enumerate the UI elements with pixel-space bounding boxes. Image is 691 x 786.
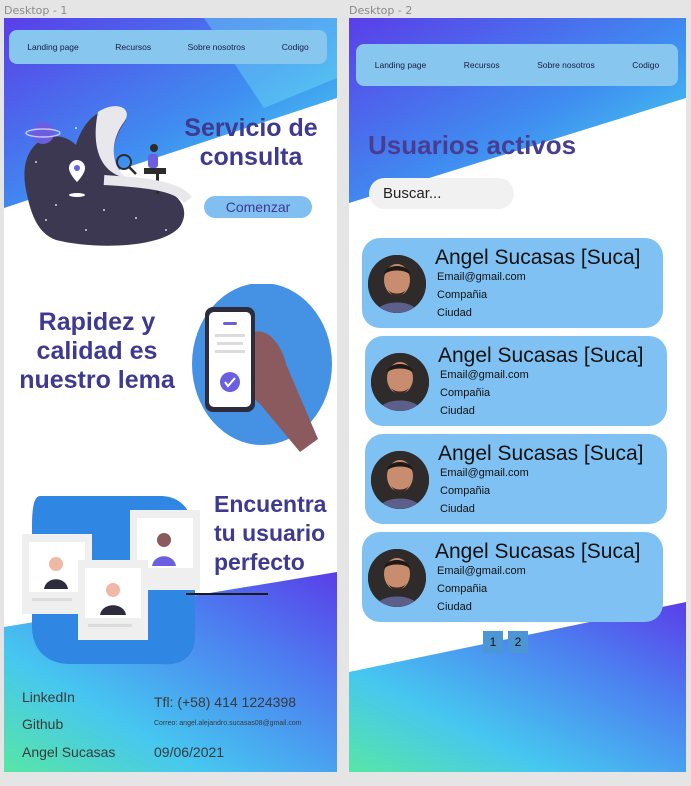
user-name: Angel Sucasas [Suca] bbox=[438, 344, 644, 367]
user-company: Compañia bbox=[437, 289, 488, 301]
nav-recursos[interactable]: Recursos bbox=[115, 42, 151, 52]
user-email: Email@gmail.com bbox=[440, 369, 529, 381]
user-city: Ciudad bbox=[437, 601, 472, 613]
nav-sobre-nosotros[interactable]: Sobre nosotros bbox=[188, 42, 246, 52]
nav-recursos[interactable]: Recursos bbox=[464, 60, 500, 70]
top-nav: Landing page Recursos Sobre nosotros Cod… bbox=[356, 44, 678, 86]
user-city: Ciudad bbox=[440, 405, 475, 417]
footer-email: Correo: angel.alejandro.sucasas08@gmail.… bbox=[154, 720, 302, 727]
nav-codigo[interactable]: Codigo bbox=[632, 60, 659, 70]
nav-landing-page[interactable]: Landing page bbox=[27, 42, 79, 52]
user-avatar bbox=[368, 549, 426, 607]
footer-linkedin-link[interactable]: LinkedIn bbox=[22, 689, 75, 705]
user-name: Angel Sucasas [Suca] bbox=[435, 540, 641, 563]
user-email: Email@gmail.com bbox=[440, 467, 529, 479]
top-nav: Landing page Recursos Sobre nosotros Cod… bbox=[9, 30, 327, 64]
frame-label-desktop-1: Desktop - 1 bbox=[4, 4, 68, 17]
pagination-page-2[interactable]: 2 bbox=[508, 631, 528, 653]
user-card[interactable]: Angel Sucasas [Suca] Email@gmail.com Com… bbox=[365, 336, 667, 426]
user-email: Email@gmail.com bbox=[437, 565, 526, 577]
comenzar-button[interactable]: Comenzar bbox=[204, 196, 312, 218]
search-input[interactable] bbox=[369, 178, 514, 209]
footer-date: 09/06/2021 bbox=[154, 744, 225, 760]
user-city: Ciudad bbox=[437, 307, 472, 319]
footer-author-link[interactable]: Angel Sucasas bbox=[22, 744, 115, 760]
user-company: Compañia bbox=[440, 387, 491, 399]
page-title: Usuarios activos bbox=[368, 130, 577, 160]
user-name: Angel Sucasas [Suca] bbox=[435, 246, 641, 269]
nav-sobre-nosotros[interactable]: Sobre nosotros bbox=[537, 60, 595, 70]
hero-title: Servicio de consulta bbox=[184, 114, 318, 171]
user-card[interactable]: Angel Sucasas [Suca] Email@gmail.com Com… bbox=[362, 238, 663, 328]
pagination-page-1[interactable]: 1 bbox=[483, 631, 503, 653]
user-profiles-illustration bbox=[22, 496, 200, 665]
phone-in-hand-illustration bbox=[192, 284, 332, 452]
desktop-1-frame: Landing page Recursos Sobre nosotros Cod… bbox=[4, 18, 337, 772]
user-company: Compañia bbox=[440, 485, 491, 497]
footer-github-link[interactable]: Github bbox=[22, 716, 63, 732]
user-avatar bbox=[371, 451, 429, 509]
user-card[interactable]: Angel Sucasas [Suca] Email@gmail.com Com… bbox=[365, 434, 667, 524]
section-encuentra-title: Encuentra tu usuario perfecto bbox=[214, 491, 327, 575]
frame-label-desktop-2: Desktop - 2 bbox=[349, 4, 413, 17]
user-company: Compañia bbox=[437, 583, 488, 595]
footer-gradient-background bbox=[349, 602, 686, 772]
nav-landing-page[interactable]: Landing page bbox=[375, 60, 427, 70]
underline-divider bbox=[186, 593, 268, 595]
desktop-2-frame: Landing page Recursos Sobre nosotros Cod… bbox=[349, 18, 686, 772]
user-card[interactable]: Angel Sucasas [Suca] Email@gmail.com Com… bbox=[362, 532, 663, 622]
user-email: Email@gmail.com bbox=[437, 271, 526, 283]
section-rapidez-title: Rapidez y calidad es nuestro lema bbox=[19, 308, 175, 394]
user-city: Ciudad bbox=[440, 503, 475, 515]
user-name: Angel Sucasas [Suca] bbox=[438, 442, 644, 465]
footer-phone: Tfl: (+58) 414 1224398 bbox=[154, 694, 297, 710]
user-avatar bbox=[368, 255, 426, 313]
space-search-illustration bbox=[24, 106, 192, 246]
user-avatar bbox=[371, 353, 429, 411]
nav-codigo[interactable]: Codigo bbox=[282, 42, 309, 52]
